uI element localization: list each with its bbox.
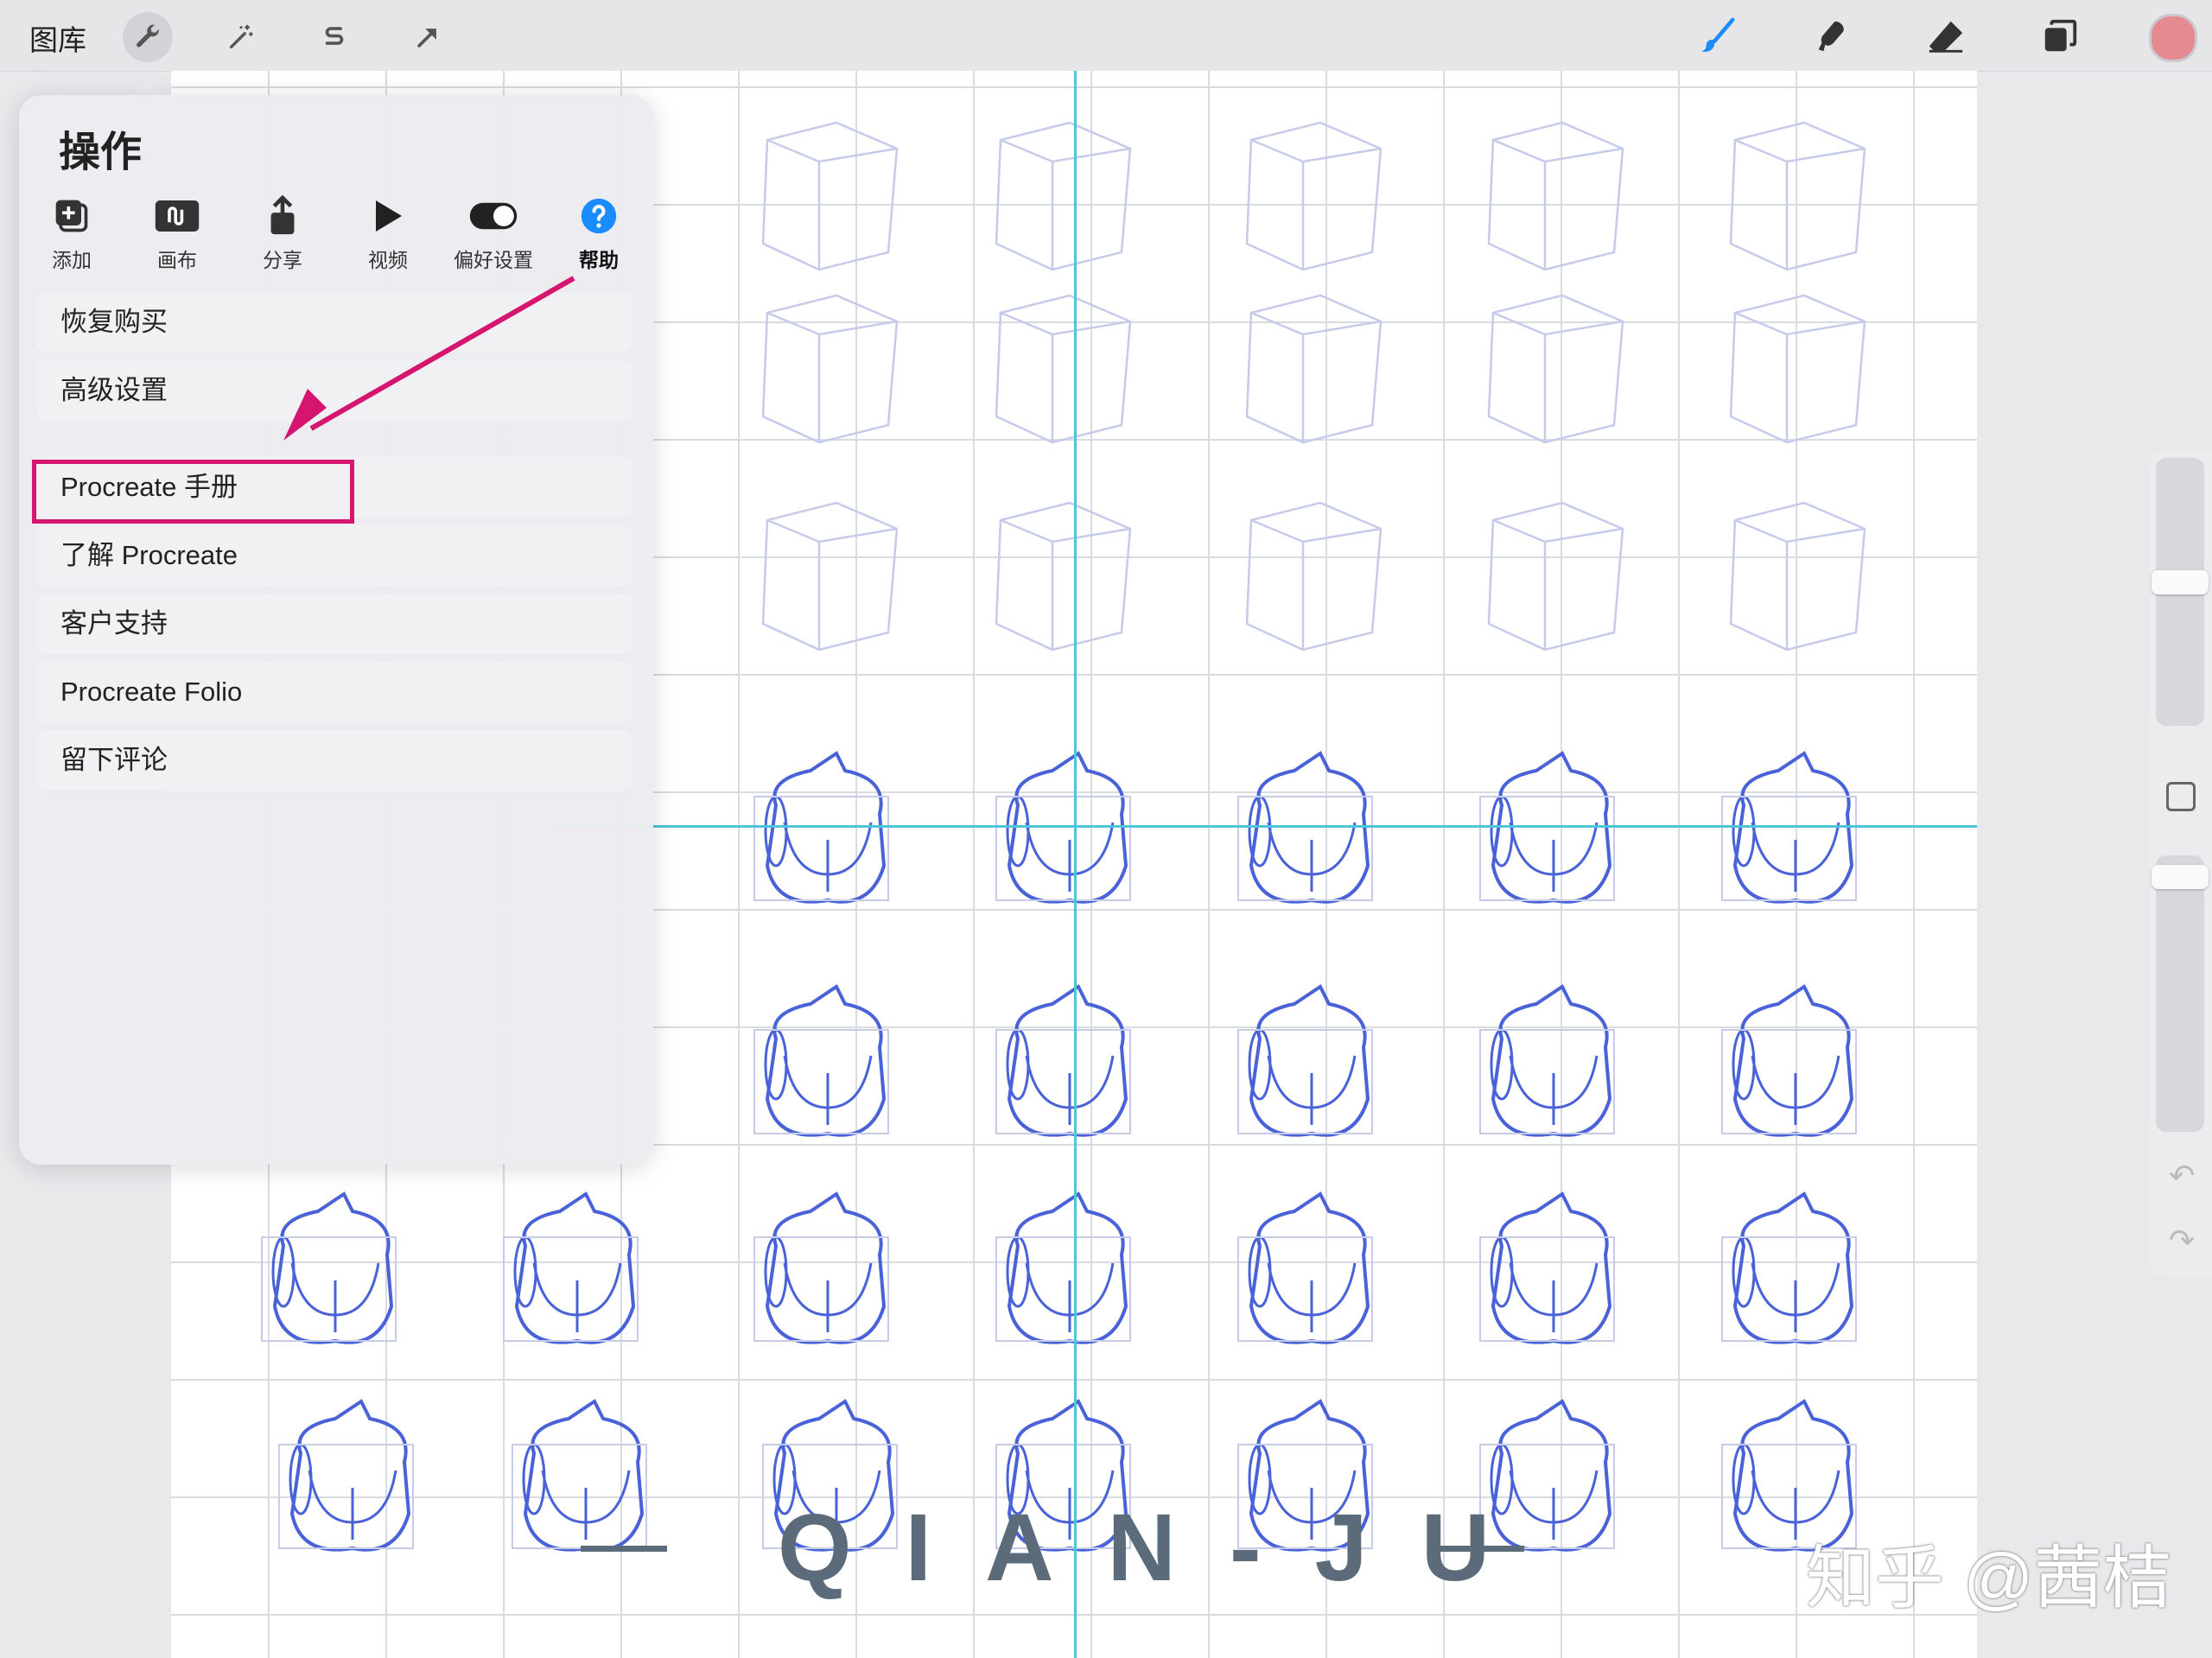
eraser-icon[interactable] <box>1922 12 1970 60</box>
add-icon <box>24 190 119 242</box>
brush-size-knob[interactable] <box>2152 570 2209 594</box>
tab-share-label: 分享 <box>263 249 302 271</box>
smudge-icon[interactable] <box>1808 12 1856 60</box>
magic-wand-icon[interactable] <box>216 12 266 62</box>
redo-icon[interactable]: ↷ <box>2169 1223 2195 1259</box>
tab-preferences[interactable]: 偏好设置 <box>446 190 541 273</box>
tab-add-label: 添加 <box>52 249 92 271</box>
menu-customer-support[interactable]: 客户支持 <box>36 594 632 654</box>
highlight-box <box>32 460 354 524</box>
tab-canvas[interactable]: 画布 <box>130 190 225 273</box>
watermark-text: QIAN-JU <box>778 1495 1544 1601</box>
zhihu-credit: 知乎 @茜桔 <box>1806 1540 2172 1617</box>
tab-add[interactable]: 添加 <box>24 190 119 273</box>
tab-help[interactable]: 帮助 <box>551 190 646 273</box>
tab-video[interactable]: 视频 <box>340 190 435 273</box>
menu-leave-review[interactable]: 留下评论 <box>36 730 632 791</box>
wrench-icon[interactable] <box>123 12 173 62</box>
tab-canvas-label: 画布 <box>157 249 197 271</box>
panel-title: 操作 <box>59 130 143 175</box>
annotation-arrow <box>283 276 575 441</box>
canvas-icon <box>130 190 225 242</box>
tab-share[interactable]: 分享 <box>235 190 330 273</box>
tab-video-label: 视频 <box>368 249 408 271</box>
top-toolbar: 图库 <box>0 0 2212 72</box>
tab-help-label: 帮助 <box>579 249 619 271</box>
panel-caret <box>130 79 164 97</box>
layers-icon[interactable] <box>2036 12 2084 60</box>
tab-preferences-label: 偏好设置 <box>454 249 533 271</box>
menu-procreate-folio[interactable]: Procreate Folio <box>36 662 632 722</box>
menu-learn-procreate[interactable]: 了解 Procreate <box>36 525 632 586</box>
watermark-line-left <box>581 1546 667 1552</box>
opacity-knob[interactable] <box>2152 865 2209 889</box>
share-icon <box>235 190 330 242</box>
video-play-icon <box>340 190 435 242</box>
watermark-line-right <box>1436 1546 1524 1552</box>
undo-icon[interactable]: ↶ <box>2169 1158 2195 1194</box>
selection-s-icon[interactable] <box>309 12 359 62</box>
vertical-symmetry-guide <box>1074 71 1077 1658</box>
gallery-button[interactable]: 图库 <box>29 17 86 59</box>
toggle-icon <box>446 190 541 242</box>
modify-button[interactable] <box>2166 782 2196 811</box>
color-picker-button[interactable] <box>2149 14 2197 62</box>
transform-arrow-icon[interactable] <box>403 12 453 62</box>
help-icon <box>551 190 646 242</box>
horizontal-symmetry-guide <box>553 825 1977 828</box>
brush-icon[interactable] <box>1694 12 1742 60</box>
opacity-slider[interactable] <box>2156 855 2204 1132</box>
